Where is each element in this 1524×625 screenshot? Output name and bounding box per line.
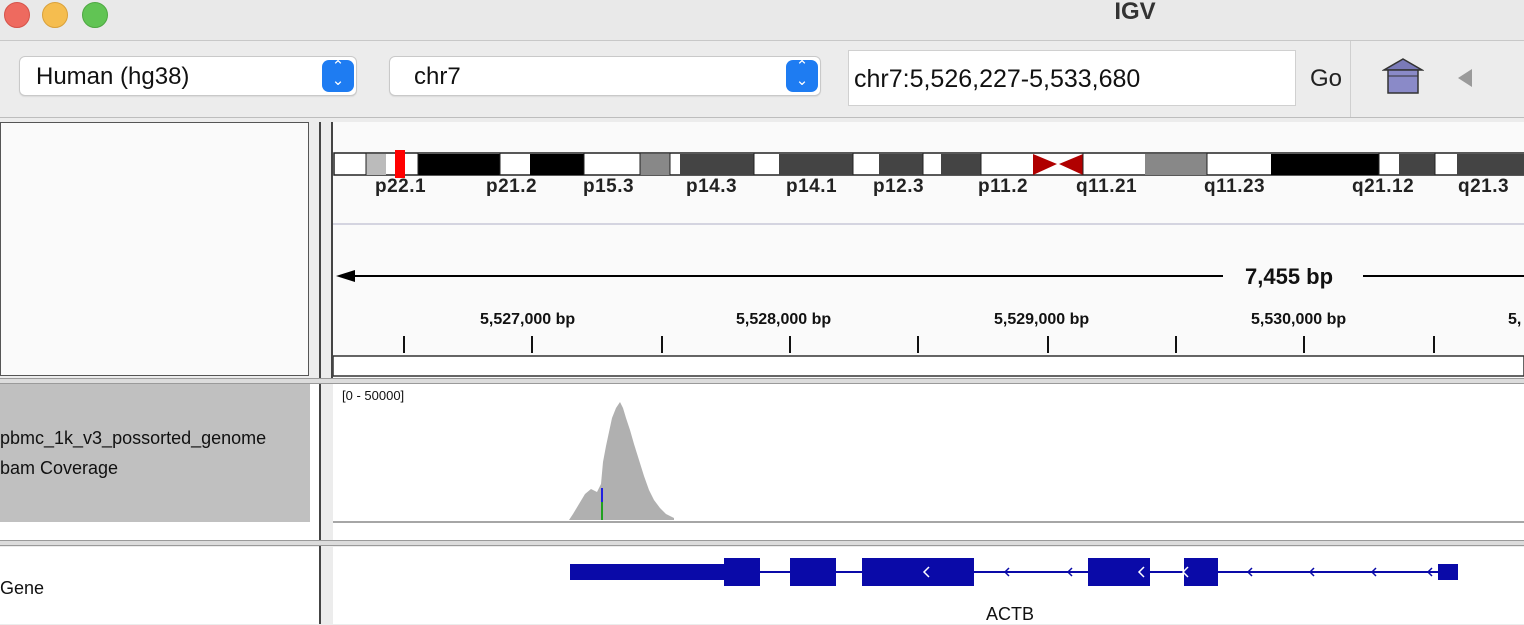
ruler-tick xyxy=(917,336,919,353)
ruler-tick xyxy=(1433,336,1435,353)
ideogram[interactable] xyxy=(333,122,1524,378)
ruler-panel[interactable]: 7,455 bp xyxy=(333,122,1524,378)
chromosome-dropdown-value: chr7 xyxy=(414,63,461,90)
coverage-track-name[interactable]: pbmc_1k_v3_possorted_genome bam Coverage xyxy=(0,384,310,522)
band-label: q11.23 xyxy=(1204,176,1266,197)
up-down-chevron-icon: ⌃ ⌄ xyxy=(786,59,818,92)
band-label: p11.2 xyxy=(978,176,1029,197)
ruler-tick xyxy=(1303,336,1305,353)
current-region-marker xyxy=(395,150,405,178)
coverage-track[interactable]: [0 - 50000] xyxy=(333,384,1524,544)
band-label: p12.3 xyxy=(873,176,925,197)
ruler-tick xyxy=(403,336,405,353)
genome-dropdown-value: Human (hg38) xyxy=(36,63,190,90)
tick-label: 5,528,000 bp xyxy=(736,311,832,328)
band-label: p22.1 xyxy=(375,176,427,197)
up-down-chevron-icon: ⌃ ⌄ xyxy=(322,59,354,92)
ruler-tick xyxy=(1175,336,1177,353)
title-bar: IGV xyxy=(0,0,1524,41)
locus-input[interactable]: chr7:5,526,227-5,533,680 xyxy=(848,50,1296,106)
tick-label: 5,529,000 bp xyxy=(994,311,1090,328)
tick-label: 5,527,000 bp xyxy=(480,311,576,328)
tick-label: 5, xyxy=(1508,311,1522,328)
home-icon[interactable] xyxy=(1382,57,1424,95)
coverage-histogram xyxy=(333,402,1524,523)
tick-label: 5,530,000 bp xyxy=(1251,311,1347,328)
toolbar: Human (hg38) ⌃ ⌄ chr7 ⌃ ⌄ chr7:5,526,227-5… xyxy=(0,41,1524,118)
span-label: 7,455 bp xyxy=(1245,264,1334,289)
ruler-tick xyxy=(1047,336,1049,353)
coverage-track-name-line1: pbmc_1k_v3_possorted_genome xyxy=(0,428,267,448)
coverage-track-name-line2: bam Coverage xyxy=(0,458,119,478)
toolbar-divider xyxy=(1350,41,1351,117)
panel-splitter[interactable] xyxy=(0,540,1524,546)
ruler-tick xyxy=(661,336,663,353)
actb-gene-feature[interactable] xyxy=(333,547,1524,624)
back-arrow-icon[interactable] xyxy=(1458,69,1472,87)
ruler-tick xyxy=(789,336,791,353)
panel-divider[interactable] xyxy=(319,122,321,624)
ruler-tick xyxy=(531,336,533,353)
band-label: p15.3 xyxy=(583,176,635,197)
gene-track[interactable]: ACTB xyxy=(333,547,1524,624)
go-button[interactable]: Go xyxy=(1310,65,1342,93)
genome-dropdown[interactable]: Human (hg38) ⌃ ⌄ xyxy=(19,56,357,96)
gene-track-name[interactable]: Gene xyxy=(0,578,44,599)
gene-track-name-panel: Gene xyxy=(0,547,319,624)
name-header-panel xyxy=(0,122,309,376)
band-label: p21.2 xyxy=(486,176,538,197)
gene-feature-label: ACTB xyxy=(986,604,1035,624)
window-title: IGV xyxy=(1114,0,1156,25)
chromosome-dropdown[interactable]: chr7 ⌃ ⌄ xyxy=(389,56,821,96)
band-label: p14.3 xyxy=(686,176,738,197)
band-label: q21.3 xyxy=(1458,176,1510,197)
band-label: p14.1 xyxy=(786,176,838,197)
band-label: q11.21 xyxy=(1076,176,1138,197)
band-label: q21.12 xyxy=(1352,176,1415,197)
